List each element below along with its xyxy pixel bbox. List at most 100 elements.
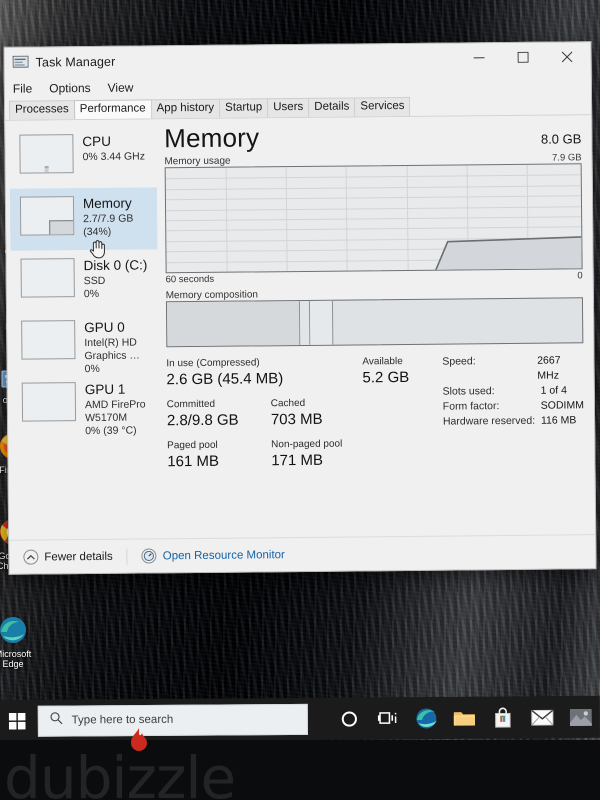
sidebar-item-title: GPU 0 [84, 319, 125, 336]
desktop-icon-edge[interactable]: Microsoft Edge [0, 614, 40, 669]
usage-axis-min-label: 0 [577, 270, 583, 282]
spec-form-factor: Form factor: SODIMM [443, 398, 584, 414]
tab-services[interactable]: Services [354, 96, 411, 117]
sidebar-item-subtitle: 0% 3.44 GHz [82, 150, 146, 164]
chevron-up-icon [23, 549, 39, 565]
paged-pool-value: 161 MB [167, 452, 220, 471]
page-title: Memory [164, 122, 260, 154]
desktop-icon-label: Microsoft Edge [0, 649, 32, 669]
memory-stats-available: Available 5.2 GB [362, 355, 437, 479]
sidebar-item-memory[interactable]: Memory 2.7/7.9 GB (34%) [9, 187, 158, 251]
spec-hardware-reserved: Hardware reserved: 116 MB [443, 413, 584, 429]
stat-cached: Cached 703 MB [271, 397, 323, 429]
sidebar-item-subtitle: 2.7/7.9 GB (34%) [83, 212, 134, 239]
cpu-thumbnail-graph [19, 134, 74, 174]
sidebar-item-subtitle: SSD [83, 274, 106, 288]
sidebar-item-subtitle: AMD FirePro W5170M [84, 398, 146, 425]
sidebar-item-gpu0[interactable]: GPU 0 Intel(R) HD Graphics … 0% [11, 311, 158, 376]
menu-item-view[interactable]: View [106, 80, 136, 96]
cached-label: Cached [270, 397, 306, 410]
windows-taskbar[interactable]: Type here to search [0, 695, 600, 742]
tab-details[interactable]: Details [308, 97, 356, 117]
start-button-icon[interactable] [0, 700, 36, 742]
gpu0-thumbnail-graph [21, 320, 76, 360]
sidebar-item-subtitle: Intel(R) HD Graphics … [84, 336, 140, 363]
flame-watermark-icon [128, 728, 150, 756]
sidebar-item-value: 0% [83, 287, 100, 301]
gpu1-thumbnail-graph [21, 382, 77, 422]
stat-nonpaged-pool: Non-paged pool 171 MB [271, 438, 342, 471]
spec-key: Hardware reserved: [442, 414, 536, 428]
disk-thumbnail-graph [20, 258, 75, 298]
stat-paged-pool: Paged pool 161 MB [167, 438, 271, 471]
spec-value: 2667 MHz [537, 354, 561, 382]
memory-usage-graph [164, 163, 583, 274]
cortana-icon[interactable] [329, 697, 368, 739]
search-placeholder-text: Type here to search [71, 713, 174, 727]
sidebar-item-title: Disk 0 (C:) [83, 257, 148, 274]
photos-icon[interactable] [561, 696, 600, 738]
available-value: 5.2 GB [362, 368, 410, 387]
maximize-button[interactable] [500, 43, 544, 71]
committed-value: 2.8/9.8 GB [166, 411, 239, 430]
resource-monitor-icon [141, 548, 157, 564]
sidebar-item-value: 0% (39 °C) [85, 424, 137, 438]
resource-sidebar[interactable]: CPU 0% 3.44 GHz Memory 2.7/7.9 GB (34%) … [5, 119, 160, 560]
spec-key: Slots used: [442, 385, 495, 398]
sidebar-item-cpu[interactable]: CPU 0% 3.44 GHz [9, 125, 156, 188]
menu-item-options[interactable]: Options [47, 80, 93, 96]
usage-axis-max-label: 7.9 GB [551, 152, 582, 164]
memory-thumbnail-graph [19, 196, 75, 236]
open-resource-monitor-button[interactable]: Open Resource Monitor [141, 547, 285, 564]
mail-icon[interactable] [522, 696, 561, 738]
spec-key: Form factor: [442, 400, 500, 413]
fewer-details-label: Fewer details [44, 550, 113, 563]
cached-value: 703 MB [270, 410, 323, 429]
spec-key: Speed: [442, 355, 476, 368]
fewer-details-button[interactable]: Fewer details [23, 549, 113, 565]
resource-monitor-label: Open Resource Monitor [162, 548, 285, 562]
nonpaged-pool-value: 171 MB [271, 451, 324, 470]
spec-speed: Speed: 2667 MHz [442, 353, 583, 384]
in-use-value: 2.6 GB (45.4 MB) [166, 370, 284, 389]
paged-pool-label: Paged pool [167, 439, 218, 452]
edge-icon[interactable] [407, 697, 446, 739]
title-bar[interactable]: Task Manager [4, 42, 591, 78]
spec-slots-used: Slots used: 1 of 4 [443, 383, 584, 399]
tab-performance[interactable]: Performance [73, 99, 152, 120]
memory-usage-series [166, 236, 582, 274]
memory-composition-bar [165, 297, 584, 348]
task-view-icon[interactable] [368, 697, 407, 739]
sidebar-item-title: CPU [82, 133, 111, 150]
memory-total-value: 8.0 GB [540, 131, 582, 147]
available-label: Available [362, 356, 403, 368]
tab-app-history[interactable]: App history [150, 98, 221, 119]
search-icon [50, 712, 63, 730]
tab-startup[interactable]: Startup [219, 98, 269, 118]
window-footer[interactable]: Fewer details Open Resource Monitor [9, 534, 596, 574]
sidebar-item-title: Memory [82, 195, 132, 212]
memory-specifications: Speed: 2667 MHz Slots used: 1 of 4 Form … [436, 353, 584, 477]
spec-value: 116 MB [540, 414, 577, 427]
task-manager-window[interactable]: Task Manager File Options View Processes… [3, 41, 597, 575]
microsoft-store-icon[interactable] [484, 696, 523, 738]
task-manager-icon [12, 55, 29, 70]
window-title: Task Manager [35, 54, 116, 70]
nonpaged-pool-label: Non-paged pool [271, 438, 343, 451]
memory-detail-panel: Memory 8.0 GB Memory usage 7.9 GB 60 sec… [156, 115, 595, 559]
search-input[interactable]: Type here to search [37, 703, 308, 737]
tab-processes[interactable]: Processes [8, 100, 75, 120]
minimize-button[interactable] [456, 43, 500, 71]
sidebar-item-value: 0% [84, 362, 100, 376]
file-explorer-icon[interactable] [445, 697, 484, 739]
memory-stats-left: In use (Compressed) 2.6 GB (45.4 MB) Com… [166, 355, 363, 480]
sidebar-item-disk0[interactable]: Disk 0 (C:) SSD 0% [10, 249, 157, 312]
tab-users[interactable]: Users [267, 97, 310, 118]
stat-committed: Committed 2.8/9.8 GB [167, 397, 271, 430]
stat-in-use: In use (Compressed) 2.6 GB (45.4 MB) [166, 355, 362, 389]
menu-item-file[interactable]: File [11, 81, 34, 97]
sidebar-item-gpu1[interactable]: GPU 1 AMD FirePro W5170M 0% (39 °C) [12, 373, 159, 438]
sidebar-item-title: GPU 1 [84, 381, 126, 398]
committed-label: Committed [166, 398, 216, 411]
close-button[interactable] [544, 42, 588, 70]
